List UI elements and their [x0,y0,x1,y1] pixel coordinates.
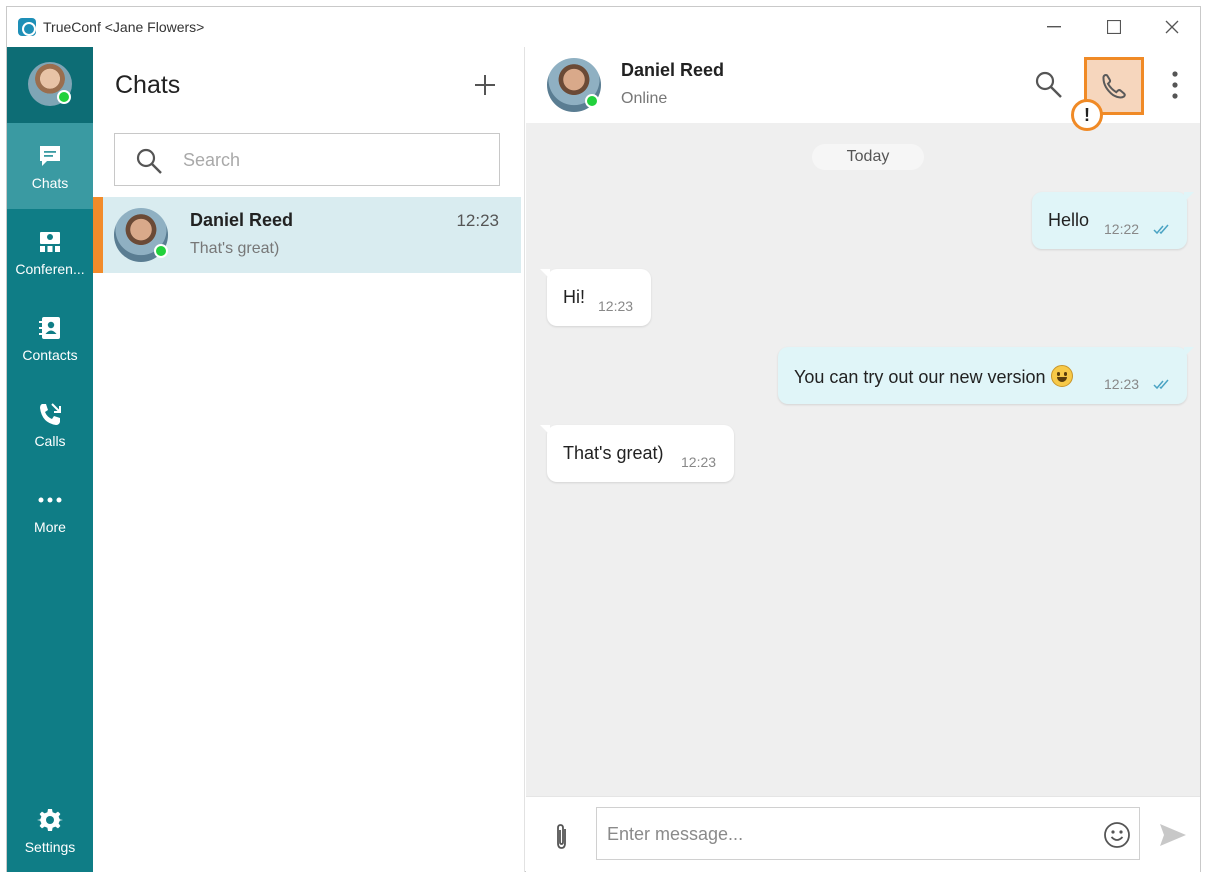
more-options-button[interactable] [1163,67,1187,103]
more-dots-icon [36,486,64,514]
nav-item-label: Chats [31,174,69,191]
minimize-icon [1047,26,1061,28]
chat-icon [36,142,64,170]
nav-item-chats[interactable]: Chats [7,123,93,209]
contact-status: Online [621,90,668,107]
nav-item-settings[interactable]: Settings [7,787,93,873]
calls-icon [36,400,64,428]
day-separator: Today [812,144,924,170]
nav-item-label: More [34,518,66,535]
contacts-icon [36,314,64,342]
message-time: 12:23 [598,298,634,314]
maximize-button[interactable] [1087,7,1141,47]
message-input[interactable] [607,822,1087,846]
emoji-picker-button[interactable] [1103,821,1131,849]
profile-area[interactable] [7,47,93,123]
nav-item-conferences[interactable]: Conferen... [7,209,93,295]
conversation-pane: Daniel Reed Online ! Today Hello 12:22 H… [526,47,1200,872]
search-icon [1035,71,1062,98]
contact-name: Daniel Reed [621,60,725,80]
message-bubble-outgoing[interactable]: Hello 12:22 [1032,192,1194,249]
phone-icon [1102,73,1126,99]
message-bubble-incoming[interactable]: That's great) 12:23 [540,425,734,482]
nav-item-label: Calls [34,432,66,449]
message-text: Hi! [563,287,585,307]
message-bubble-outgoing[interactable]: You can try out our new version 12:23 [778,347,1194,404]
trueconf-logo-icon [18,18,36,36]
message-composer [526,796,1200,872]
close-button[interactable] [1145,7,1199,47]
message-text-wrap: You can try out our new version [794,365,1074,388]
chat-list-pane: Chats Daniel Reed 12:23 That's great) [93,47,525,872]
message-text: Hello [1048,210,1090,230]
chat-contact-name: Daniel Reed [190,210,294,230]
plus-icon [475,75,495,95]
search-icon [136,148,162,174]
message-input-box[interactable] [596,807,1140,860]
online-status-dot [57,90,71,104]
search-input[interactable] [183,148,483,172]
message-time: 12:23 [681,454,717,470]
nav-rail: Chats Conferen... Contacts Calls More Se… [7,47,93,872]
minimize-button[interactable] [1027,7,1081,47]
window-title: TrueConf <Jane Flowers> [43,19,205,35]
chat-last-time: 12:23 [456,211,499,230]
message-bubble-incoming[interactable]: Hi! 12:23 [540,269,651,326]
gear-icon [36,806,64,834]
online-status-dot [585,94,599,108]
read-checkmark-icon [1153,224,1169,235]
title-bar: TrueConf <Jane Flowers> [7,7,1200,47]
nav-item-label: Conferen... [15,260,85,277]
conversation-header: Daniel Reed Online ! [526,47,1200,131]
warning-badge: ! [1071,99,1103,131]
read-checkmark-icon [1153,379,1169,390]
nav-item-calls[interactable]: Calls [7,381,93,467]
message-text: You can try out our new version [794,367,1046,387]
search-in-chat-button[interactable] [1033,69,1065,101]
grinning-face-emoji-icon [1051,365,1074,387]
message-time: 12:23 [1104,376,1140,392]
chat-search-box[interactable] [114,133,500,186]
chat-last-message: That's great) [190,240,280,257]
nav-item-contacts[interactable]: Contacts [7,295,93,381]
selected-indicator [93,197,103,273]
smiley-icon [1104,822,1130,848]
chat-list-item[interactable]: Daniel Reed 12:23 That's great) [93,197,521,273]
conference-icon [36,228,64,256]
send-icon [1160,824,1186,846]
send-button[interactable] [1158,821,1188,849]
message-time: 12:22 [1104,221,1140,237]
paperclip-icon [557,824,566,849]
chat-list-title: Chats [115,71,181,99]
vertical-dots-icon [1172,71,1178,99]
maximize-icon [1107,20,1121,34]
close-icon [1165,20,1179,34]
online-status-dot [154,244,168,258]
message-text: That's great) [563,443,664,463]
nav-item-label: Settings [24,838,76,855]
nav-item-label: Contacts [22,346,78,363]
app-window: TrueConf <Jane Flowers> Chats Conferen.. [6,6,1201,872]
attach-file-button[interactable] [550,822,574,852]
nav-item-more[interactable]: More [7,467,93,553]
new-chat-button[interactable] [473,73,497,97]
